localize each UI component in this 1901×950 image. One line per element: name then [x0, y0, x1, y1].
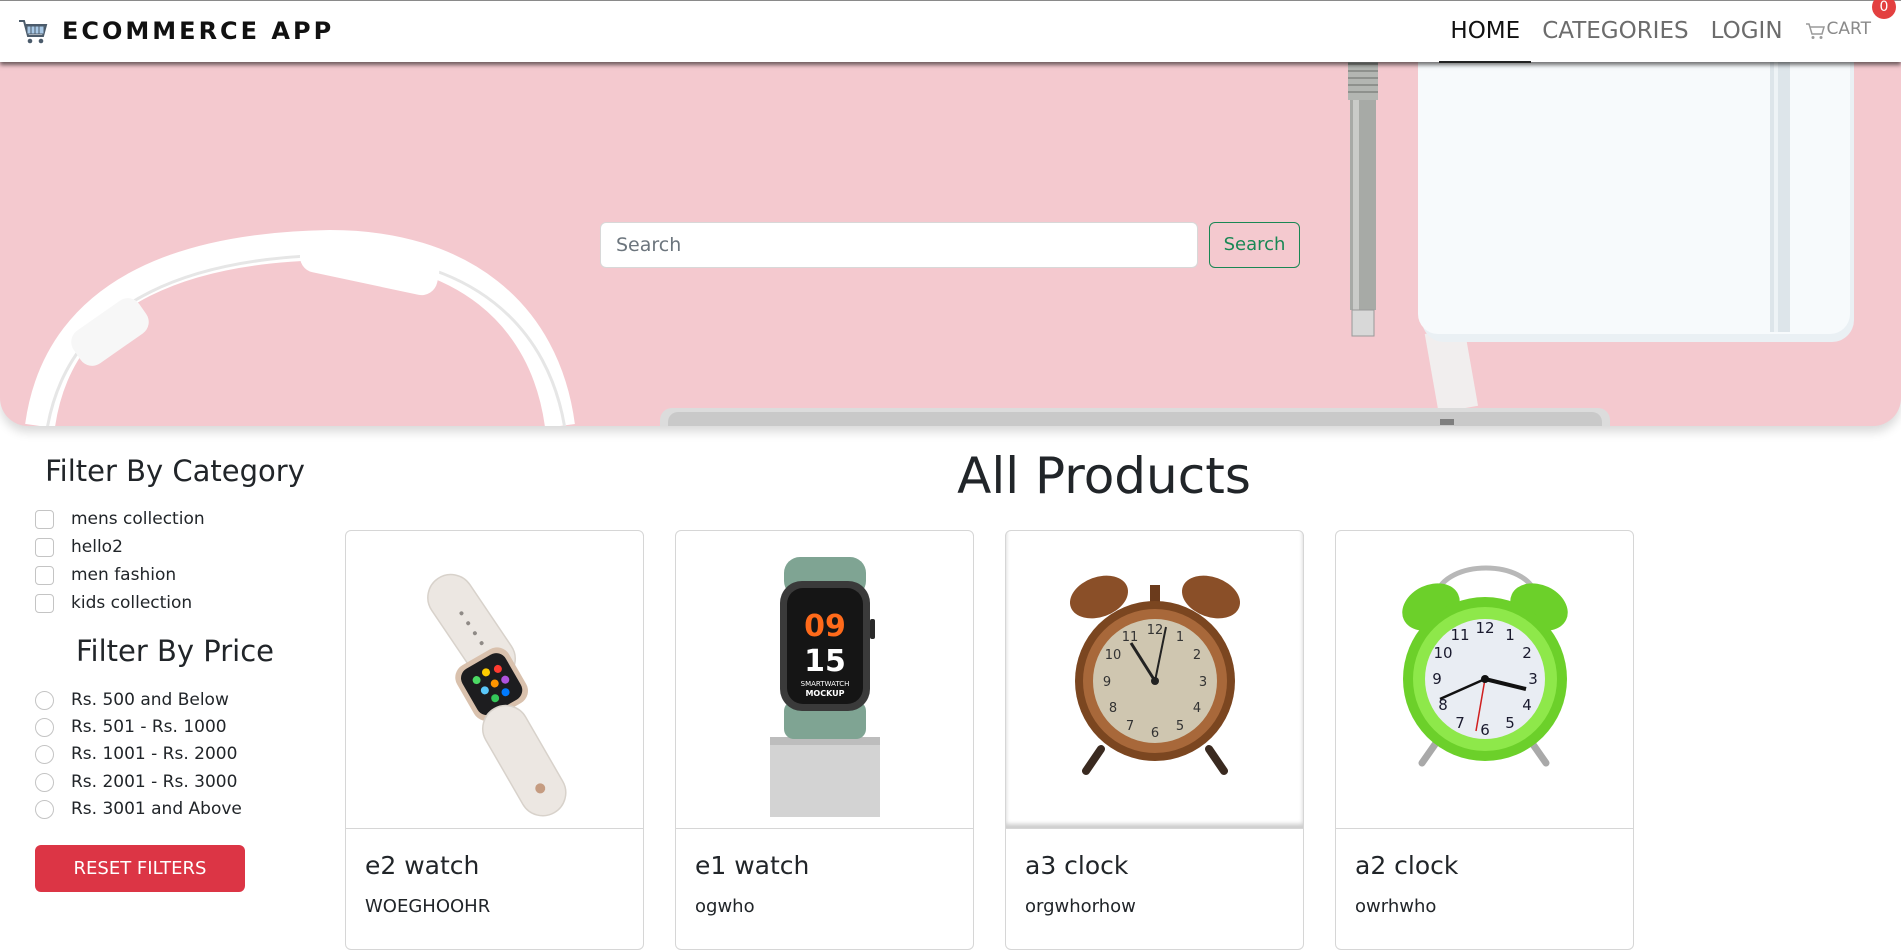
svg-text:8: 8 — [1109, 701, 1117, 716]
product-card[interactable]: 12 1 2 3 4 5 6 7 8 9 10 11 a3 clock orgw… — [1005, 530, 1304, 950]
checkbox[interactable] — [35, 537, 54, 557]
radio-button[interactable] — [35, 772, 54, 792]
checkbox[interactable] — [35, 565, 54, 585]
svg-text:3: 3 — [1528, 670, 1538, 688]
hero-banner: Search — [0, 62, 1901, 426]
product-description: orgwhorhow — [1025, 896, 1136, 917]
svg-text:5: 5 — [1176, 719, 1184, 734]
price-filter-title: Filter By Price — [75, 634, 275, 668]
price-option[interactable]: Rs. 501 - Rs. 1000 — [35, 714, 227, 740]
reset-filters-button[interactable]: RESET FILTERS — [35, 845, 245, 892]
notebook-illustration — [1418, 62, 1854, 413]
product-description: ogwho — [695, 896, 755, 917]
search-input[interactable] — [600, 222, 1198, 268]
product-card[interactable]: 12 1 2 3 4 5 6 7 8 9 10 11 a2 clock owrh… — [1335, 530, 1634, 950]
green-alarm-clock-image: 12 1 2 3 4 5 6 7 8 9 10 11 — [1402, 565, 1568, 767]
category-option-label: men fashion — [71, 565, 177, 585]
svg-text:3: 3 — [1199, 675, 1207, 690]
product-name[interactable]: a3 clock — [1025, 851, 1128, 880]
category-option[interactable]: kids collection — [35, 590, 192, 616]
price-option[interactable]: Rs. 2001 - Rs. 3000 — [35, 769, 237, 795]
brand-name: ECOMMERCE APP — [62, 17, 335, 45]
svg-text:15: 15 — [804, 644, 846, 679]
product-description: owrhwho — [1355, 896, 1437, 917]
svg-text:7: 7 — [1126, 719, 1134, 734]
svg-text:7: 7 — [1455, 714, 1465, 732]
cart-link[interactable]: CART 0 — [1794, 0, 1901, 63]
cart-icon — [1805, 22, 1825, 39]
product-name[interactable]: a2 clock — [1355, 851, 1458, 880]
checkbox[interactable] — [35, 509, 54, 529]
shopping-cart-icon — [19, 20, 48, 44]
svg-text:SMARTWATCH: SMARTWATCH — [801, 680, 850, 688]
product-image[interactable]: 12 1 2 3 4 5 6 7 8 9 10 11 — [1006, 531, 1303, 829]
price-option-label: Rs. 501 - Rs. 1000 — [71, 717, 227, 737]
category-filter-title: Filter By Category — [45, 454, 305, 488]
product-description: WOEGHOOHR — [365, 896, 491, 917]
price-option[interactable]: Rs. 1001 - Rs. 2000 — [35, 741, 237, 767]
products-heading: All Products — [957, 447, 1251, 505]
headphones-illustration — [25, 229, 575, 426]
product-name[interactable]: e1 watch — [695, 851, 809, 880]
nav-link-home[interactable]: HOME — [1439, 1, 1532, 63]
svg-text:4: 4 — [1522, 696, 1532, 714]
svg-text:6: 6 — [1480, 721, 1490, 739]
category-option[interactable]: mens collection — [35, 506, 205, 532]
radio-button[interactable] — [35, 744, 54, 764]
laptop-illustration — [660, 408, 1610, 426]
price-option-label: Rs. 500 and Below — [71, 690, 229, 710]
radio-button[interactable] — [35, 799, 54, 819]
category-option[interactable]: hello2 — [35, 534, 123, 560]
cart-label: CART — [1826, 19, 1871, 39]
product-image[interactable] — [346, 531, 643, 829]
pen-illustration — [1348, 62, 1378, 337]
checkbox[interactable] — [35, 593, 54, 613]
price-option[interactable]: Rs. 3001 and Above — [35, 796, 242, 822]
svg-text:1: 1 — [1505, 626, 1515, 644]
navbar: ECOMMERCE APP HOME CATEGORIES LOGIN CART… — [0, 0, 1901, 63]
svg-text:10: 10 — [1105, 648, 1122, 663]
price-option[interactable]: Rs. 500 and Below — [35, 687, 229, 713]
nav-link-login[interactable]: LOGIN — [1700, 1, 1794, 63]
category-option-label: mens collection — [71, 509, 205, 529]
product-card[interactable]: e2 watch WOEGHOOHR — [345, 530, 644, 950]
svg-text:12: 12 — [1147, 623, 1164, 638]
svg-text:1: 1 — [1176, 630, 1184, 645]
price-option-label: Rs. 3001 and Above — [71, 799, 242, 819]
svg-text:2: 2 — [1522, 644, 1532, 662]
svg-text:12: 12 — [1475, 619, 1494, 637]
svg-text:6: 6 — [1151, 726, 1159, 741]
smartwatch-image: 09 15 SMARTWATCH MOCKUP — [770, 557, 880, 817]
svg-text:9: 9 — [1432, 670, 1442, 688]
nav-links: HOME CATEGORIES LOGIN CART 0 — [1439, 0, 1901, 63]
watch-straps-image — [427, 573, 567, 817]
svg-text:MOCKUP: MOCKUP — [805, 689, 844, 698]
svg-text:09: 09 — [804, 609, 846, 644]
product-name[interactable]: e2 watch — [365, 851, 479, 880]
radio-button[interactable] — [35, 690, 54, 710]
brand[interactable]: ECOMMERCE APP — [18, 17, 334, 45]
svg-text:11: 11 — [1122, 630, 1139, 645]
radio-button[interactable] — [35, 717, 54, 737]
svg-text:4: 4 — [1193, 701, 1201, 716]
category-option-label: hello2 — [71, 537, 123, 557]
svg-text:2: 2 — [1193, 648, 1201, 663]
category-option[interactable]: men fashion — [35, 562, 176, 588]
product-card[interactable]: 09 15 SMARTWATCH MOCKUP e1 watch ogwho — [675, 530, 974, 950]
svg-text:5: 5 — [1505, 714, 1515, 732]
cart-count-badge: 0 — [1872, 0, 1896, 19]
nav-link-categories[interactable]: CATEGORIES — [1531, 1, 1699, 63]
svg-text:10: 10 — [1433, 644, 1452, 662]
search-button[interactable]: Search — [1209, 222, 1300, 268]
product-image[interactable]: 12 1 2 3 4 5 6 7 8 9 10 11 — [1336, 531, 1633, 829]
svg-text:11: 11 — [1450, 626, 1469, 644]
svg-text:9: 9 — [1103, 675, 1111, 690]
category-option-label: kids collection — [71, 593, 193, 613]
product-image[interactable]: 09 15 SMARTWATCH MOCKUP — [676, 531, 973, 829]
price-option-label: Rs. 1001 - Rs. 2000 — [71, 744, 238, 764]
bronze-alarm-clock-image: 12 1 2 3 4 5 6 7 8 9 10 11 — [1069, 575, 1241, 775]
price-option-label: Rs. 2001 - Rs. 3000 — [71, 772, 238, 792]
